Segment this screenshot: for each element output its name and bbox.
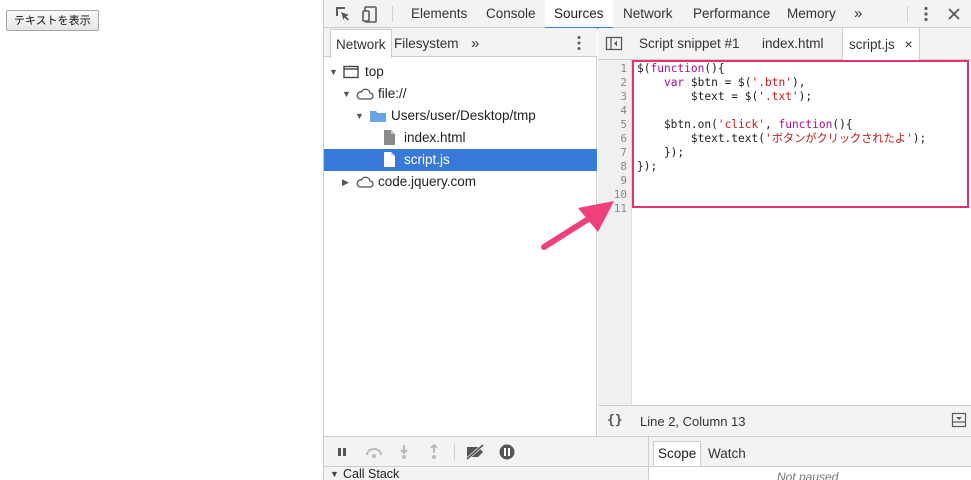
kebab-menu-icon[interactable]	[916, 4, 936, 24]
navigator-tabs: Network Filesystem »	[324, 28, 597, 58]
inspect-element-icon[interactable]	[333, 4, 353, 24]
pause-icon[interactable]	[335, 445, 349, 462]
step-over-icon[interactable]	[364, 445, 384, 462]
call-stack-section[interactable]: ▼ Call Stack	[324, 466, 649, 480]
tree-item-folder[interactable]: ▼ Users/user/Desktop/tmp	[324, 105, 597, 127]
pause-on-exceptions-icon[interactable]	[498, 443, 516, 464]
line-number[interactable]: 3	[620, 90, 627, 104]
not-paused-text: Not paused	[777, 470, 839, 480]
pretty-print-button[interactable]: {}	[607, 413, 623, 428]
editor-tab-index-html[interactable]: index.html	[762, 28, 824, 60]
expanded-triangle-icon: ▼	[342, 89, 351, 99]
tab-network-navigator[interactable]: Network	[330, 29, 392, 58]
toolbar-divider	[454, 444, 455, 460]
navigator-more-button[interactable]: »	[471, 28, 479, 57]
sources-navigator: Network Filesystem » ▼ top ▼ file:// ▼ U…	[324, 28, 597, 436]
expanded-triangle-icon: ▼	[329, 67, 338, 77]
expanded-triangle-icon: ▼	[355, 111, 364, 121]
toolbar-divider	[392, 6, 393, 22]
tab-scope[interactable]: Scope	[653, 441, 702, 467]
tab-sources[interactable]: Sources	[545, 0, 613, 29]
line-number[interactable]: 10	[614, 188, 627, 202]
tree-item-label: code.jquery.com	[378, 174, 477, 189]
deactivate-breakpoints-icon[interactable]	[464, 443, 486, 464]
scope-body: Not paused	[649, 466, 971, 480]
editor-tabs: Script snippet #1 index.html script.js ×	[598, 28, 971, 61]
line-number-gutter: 1 2 3 4 5 6 7 8 9 10 11	[598, 60, 632, 405]
collapsed-triangle-icon: ▶	[342, 177, 349, 187]
close-tab-icon[interactable]: ×	[905, 36, 913, 52]
tree-item-label: script.js	[404, 152, 450, 167]
line-number[interactable]: 9	[620, 174, 627, 188]
tree-item-index-html[interactable]: index.html	[324, 127, 597, 149]
cursor-position: Line 2, Column 13	[640, 414, 746, 429]
tree-item-label: Users/user/Desktop/tmp	[391, 108, 536, 123]
tree-item-label: index.html	[404, 130, 466, 145]
tab-watch[interactable]: Watch	[708, 442, 746, 466]
tree-item-label: top	[365, 64, 384, 79]
line-number[interactable]: 4	[620, 104, 627, 118]
tree-item-label: file://	[378, 86, 407, 101]
cloud-icon	[355, 174, 375, 196]
step-out-icon[interactable]	[428, 443, 440, 464]
device-toolbar-icon[interactable]	[361, 4, 381, 24]
editor-tab-label: script.js	[849, 37, 895, 52]
step-into-icon[interactable]	[398, 443, 410, 464]
editor-tab-script-js[interactable]: script.js ×	[842, 28, 920, 61]
tab-elements[interactable]: Elements	[410, 0, 468, 28]
close-devtools-icon[interactable]	[944, 4, 964, 24]
toggle-navigator-icon[interactable]	[604, 34, 624, 54]
tab-console[interactable]: Console	[485, 0, 537, 28]
editor-status-bar: {} Line 2, Column 13	[598, 405, 971, 436]
toggle-drawer-icon[interactable]	[951, 412, 967, 431]
more-tabs-button[interactable]: »	[853, 0, 863, 28]
devtools-toolbar: Elements Console Sources Network Perform…	[324, 0, 971, 29]
show-text-button[interactable]: テキストを表示	[6, 10, 99, 31]
tab-memory[interactable]: Memory	[786, 0, 837, 28]
tree-item-top[interactable]: ▼ top	[324, 61, 597, 83]
tab-performance[interactable]: Performance	[692, 0, 771, 28]
line-number[interactable]: 7	[620, 146, 627, 160]
line-number[interactable]: 11	[614, 202, 627, 216]
expanded-triangle-icon: ▼	[330, 469, 339, 479]
line-number[interactable]: 1	[620, 62, 627, 76]
code-highlight-box	[632, 60, 969, 208]
scope-watch-tabs: Scope Watch	[649, 436, 971, 467]
tab-network[interactable]: Network	[622, 0, 674, 28]
tree-item-script-js[interactable]: script.js	[324, 149, 597, 171]
tree-item-file[interactable]: ▼ file://	[324, 83, 597, 105]
navigator-menu-icon[interactable]	[569, 33, 589, 53]
line-number[interactable]: 5	[620, 118, 627, 132]
editor-tab-snippet[interactable]: Script snippet #1	[639, 28, 740, 60]
call-stack-label: Call Stack	[343, 467, 400, 480]
line-number[interactable]: 8	[620, 160, 627, 174]
line-number[interactable]: 2	[620, 76, 627, 90]
toolbar-divider	[907, 6, 908, 22]
tree-item-jquery[interactable]: ▶ code.jquery.com	[324, 171, 597, 193]
line-number[interactable]: 6	[620, 132, 627, 146]
tab-filesystem[interactable]: Filesystem	[394, 28, 459, 57]
debugger-toolbar	[324, 436, 649, 466]
